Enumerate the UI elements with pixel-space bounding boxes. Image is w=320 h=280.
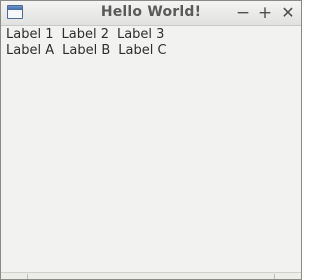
- status-divider: [27, 274, 28, 279]
- maximize-icon: +: [257, 3, 273, 23]
- status-bar: [1, 272, 301, 279]
- label-1: Label 1: [6, 27, 54, 42]
- close-icon: ✕: [281, 3, 295, 22]
- title-bar[interactable]: Hello World! − + ✕: [1, 1, 301, 26]
- label-row-letters: Label A Label B Label C: [6, 43, 175, 59]
- maximize-button[interactable]: +: [256, 4, 274, 22]
- label-b: Label B: [62, 43, 111, 58]
- resize-grip[interactable]: [274, 274, 275, 279]
- label-2: Label 2: [61, 27, 109, 42]
- minimize-button[interactable]: −: [234, 4, 252, 22]
- content-area: Label 1 Label 2 Label 3 Label A Label B Labe…: [1, 26, 301, 271]
- label-a: Label A: [6, 43, 55, 58]
- label-c: Label C: [118, 43, 167, 58]
- close-button[interactable]: ✕: [279, 4, 297, 22]
- minimize-icon: −: [235, 3, 251, 23]
- label-row-numbers: Label 1 Label 2 Label 3: [6, 27, 172, 43]
- app-window: Hello World! − + ✕ Label 1 Label 2 Label 3…: [0, 0, 302, 280]
- label-3: Label 3: [116, 27, 165, 42]
